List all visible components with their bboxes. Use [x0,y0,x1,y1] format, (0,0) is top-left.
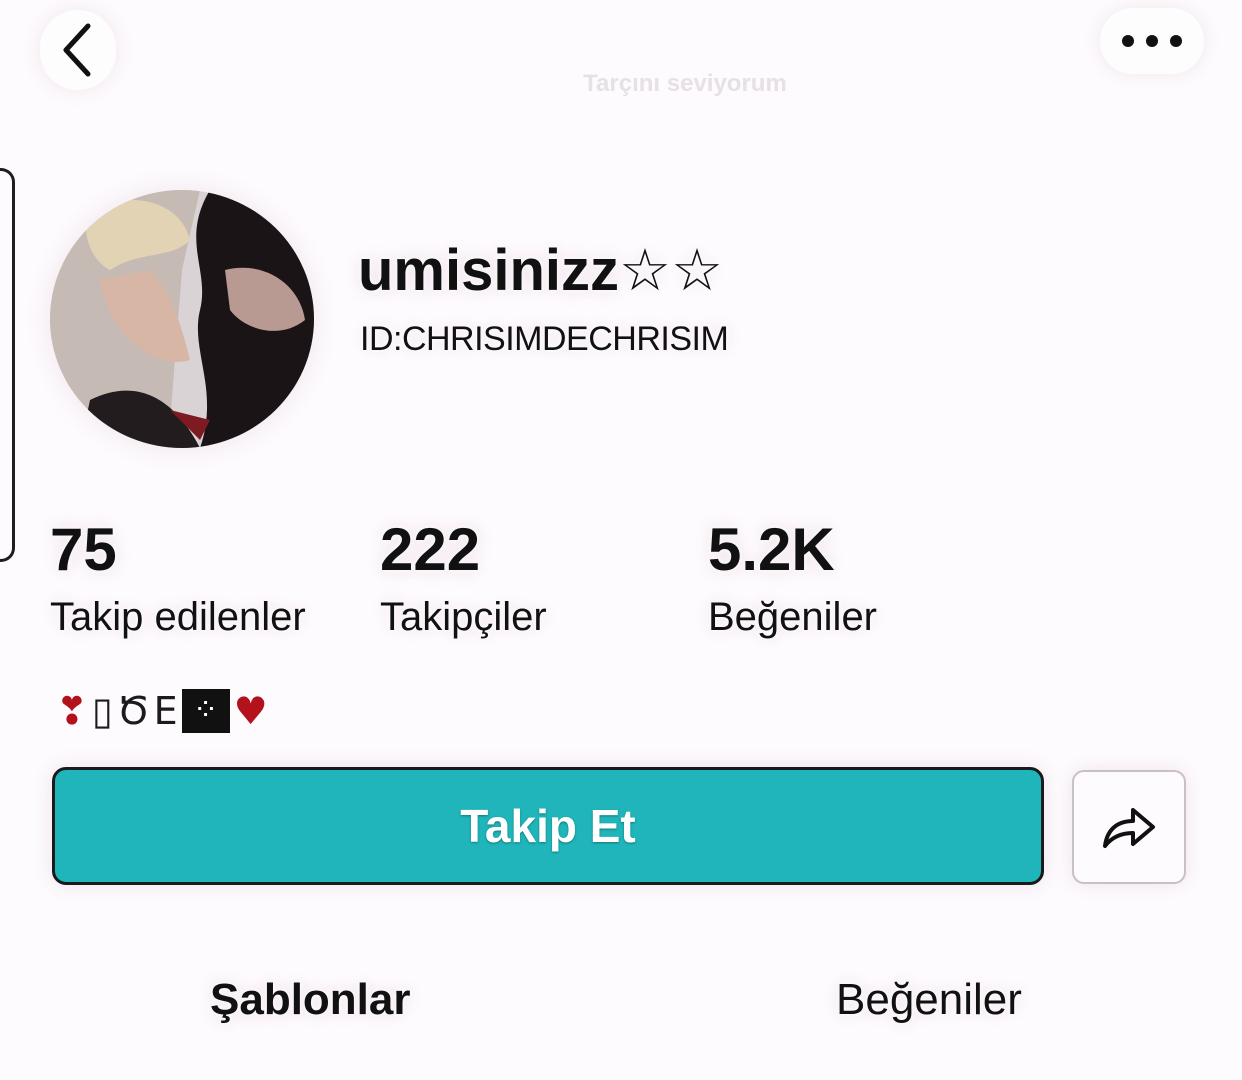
heart-exclamation-icon: ❣ [56,689,88,733]
stat-followers[interactable]: 222 Takipçiler [380,515,547,645]
more-dots-icon [1122,35,1182,47]
side-panel-edge[interactable] [0,168,15,562]
follow-button[interactable]: Takip Et [52,767,1044,885]
avatar[interactable] [50,190,314,448]
ring-icon: Ծ [116,689,150,733]
bio-glyph: ▯ [91,689,113,733]
dice-icon: ⁘ [181,689,230,733]
stat-following[interactable]: 75 Takip edilenler [50,515,306,645]
stat-followers-label: Takipçiler [380,595,547,639]
stat-likes-label: Beğeniler [708,595,878,639]
watermark-text: Tarçını seviyorum [583,70,787,97]
bio-glyph: E [153,689,178,733]
avatar-image [50,190,314,448]
stat-likes-value: 5.2K [708,516,835,583]
follow-button-label: Takip Et [460,800,636,852]
stat-followers-value: 222 [380,516,481,583]
bio-emoji-row: ❣ ▯ Ծ E ⁘ ♥ [56,684,268,738]
profile-username: umisinizz☆☆ [358,238,724,303]
stat-following-value: 75 [50,516,117,583]
share-button[interactable] [1072,770,1186,884]
chevron-left-icon [63,23,91,77]
share-arrow-icon [1103,808,1155,848]
stat-following-label: Takip edilenler [50,595,306,639]
stat-likes[interactable]: 5.2K Beğeniler [708,515,877,645]
profile-user-id: ID:CHRISIMDECHRISIM [360,320,729,358]
tab-templates[interactable]: Şablonlar [210,975,411,1025]
back-button[interactable] [40,10,116,90]
anatomical-heart-icon: ♥ [233,689,268,733]
more-options-button[interactable] [1100,8,1204,74]
tab-likes[interactable]: Beğeniler [836,975,1022,1025]
